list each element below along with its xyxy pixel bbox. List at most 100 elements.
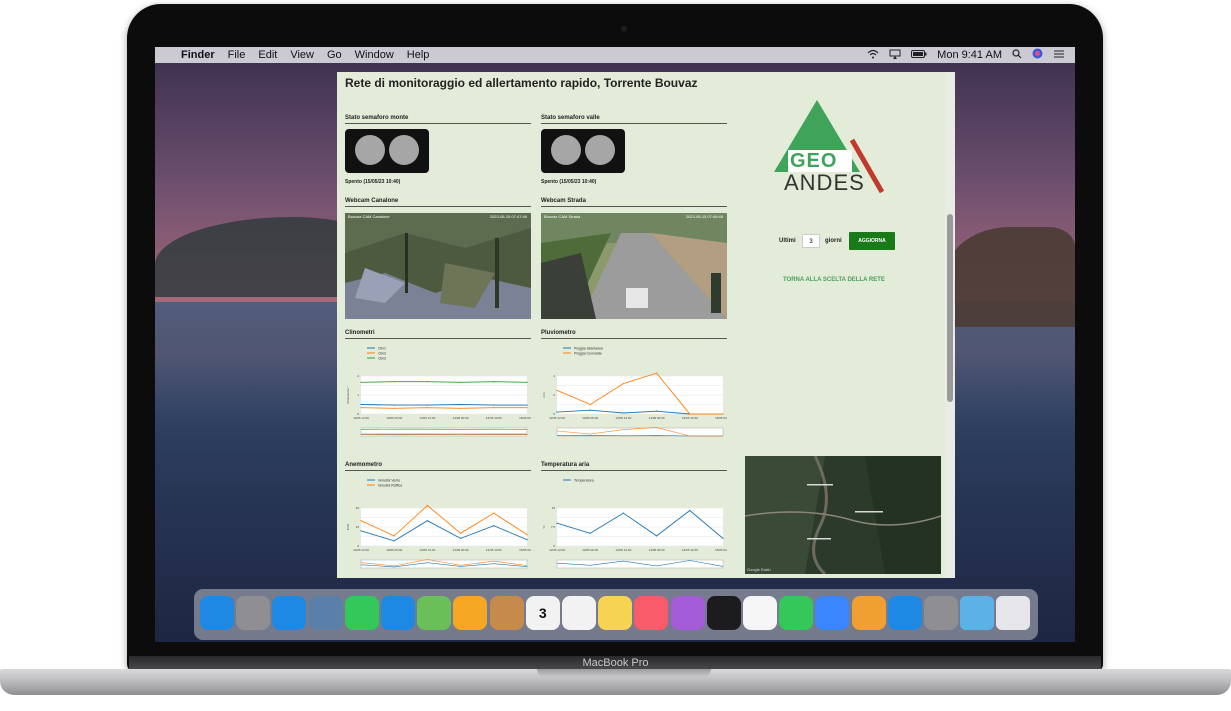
x-tick-label: 14/05 00:00 (453, 416, 469, 420)
data-point (393, 535, 395, 537)
webcam-timestamp: 2023-05-15 07:47:46 (489, 214, 527, 219)
x-tick-label: 15/05 00:00 (715, 548, 727, 552)
contacts-icon[interactable] (489, 596, 524, 630)
data-point (360, 530, 362, 532)
notes-icon[interactable] (598, 596, 633, 630)
menu-window[interactable]: Window (355, 49, 394, 61)
messages-icon[interactable] (381, 596, 415, 630)
x-tick-label: 12/05 12:00 (549, 416, 565, 420)
x-tick-label: 14/05 12:00 (682, 416, 698, 420)
data-point (360, 381, 362, 383)
data-point (656, 372, 658, 374)
folder-icon[interactable] (960, 596, 995, 630)
music-icon[interactable] (634, 596, 669, 630)
airplay-icon[interactable] (889, 49, 901, 62)
data-point (460, 537, 462, 539)
launchpad-icon[interactable] (236, 596, 271, 630)
data-point (689, 509, 691, 512)
news-icon[interactable] (743, 596, 777, 630)
data-point (460, 403, 462, 406)
webcam-strada-title: Webcam Strada (541, 198, 586, 204)
webcam-strada-image[interactable]: Bouvaz CAM Strada 2023-05-15 07:48:46 (541, 213, 727, 319)
data-point (589, 403, 591, 406)
semaforo-valle-status: Spento (15/05/23 10:40) (541, 179, 597, 185)
temperatura-title: Temperatura aria (541, 462, 590, 468)
range-slider[interactable] (360, 559, 528, 569)
lamp-icon (389, 135, 419, 165)
x-tick-label: 14/05 00:00 (453, 548, 469, 552)
data-point (656, 410, 658, 412)
divider (345, 338, 531, 339)
y-axis-label: °C (542, 524, 546, 528)
data-point (393, 381, 395, 383)
x-tick-label: 13/05 00:00 (386, 416, 402, 420)
update-button[interactable]: AGGIORNA (849, 232, 895, 250)
status-area: Mon 9:41 AM (867, 47, 1065, 63)
legend-label: Clin1 (378, 347, 386, 351)
webcam-canalone-image[interactable]: Bouvaz CAM Canalone 2023-05-15 07:47:46 (345, 213, 531, 319)
y-axis-label: mm (542, 392, 546, 397)
wifi-icon[interactable] (867, 49, 879, 62)
menu-app-finder[interactable]: Finder (181, 49, 215, 61)
range-slider[interactable] (556, 427, 724, 437)
temperatura-chart[interactable]: Temperatura 12/05 12:00 13/05 00:00 13/05 1… (541, 476, 727, 574)
semaforo-monte-title: Stato semaforo monte (345, 115, 409, 121)
app-store-icon[interactable] (887, 596, 922, 630)
anemometro-chart[interactable]: Velocità Vento Velocità Raffica 12/05 12:0… (345, 476, 531, 574)
menu-help[interactable]: Help (407, 49, 430, 61)
spotlight-icon[interactable] (1012, 48, 1022, 62)
facetime-icon[interactable] (344, 596, 379, 630)
podcasts-icon[interactable] (670, 596, 705, 630)
trash-icon[interactable] (996, 596, 1031, 630)
clock[interactable]: Mon 9:41 AM (937, 49, 1002, 61)
control-center-icon[interactable] (1053, 49, 1065, 62)
monitoring-page: Rete di monitoraggio ed allertamento rap… (337, 72, 955, 578)
data-point (689, 413, 691, 415)
clinometri-chart[interactable]: Clin1 Clin2 Clin3 12/05 12:00 13/05 00:00 13/… (345, 344, 531, 442)
data-point (393, 404, 395, 406)
battery-icon[interactable] (911, 49, 927, 61)
keynote-icon[interactable] (815, 596, 850, 630)
siri-icon[interactable] (1032, 48, 1043, 62)
menu-edit[interactable]: Edit (258, 49, 277, 61)
screen: Finder File Edit View Go Window Help Mon… (155, 47, 1075, 642)
divider (345, 123, 531, 124)
calendar-icon[interactable]: 3 (525, 596, 560, 630)
photos-icon[interactable] (453, 596, 488, 630)
system-preferences-icon[interactable] (924, 596, 958, 630)
semaforo-monte-status: Spento (15/05/23 10:40) (345, 179, 401, 185)
days-input[interactable]: 3 (802, 234, 820, 248)
safari-icon[interactable] (272, 596, 307, 630)
x-tick-label: 15/05 00:00 (715, 416, 727, 420)
reminders-icon[interactable] (562, 596, 596, 630)
days-suffix-label: giorni (825, 238, 842, 244)
satellite-map[interactable]: Google Earth (745, 456, 941, 574)
pages-icon[interactable] (851, 596, 886, 630)
finder-icon[interactable] (200, 596, 234, 630)
preview-icon[interactable] (308, 596, 343, 630)
x-tick-label: 14/05 12:00 (486, 548, 502, 552)
scrollbar-thumb[interactable] (947, 214, 953, 402)
tv-icon[interactable] (706, 596, 741, 630)
data-point (556, 389, 558, 391)
maps-icon[interactable] (417, 596, 452, 630)
x-tick-label: 13/05 12:00 (615, 548, 631, 552)
x-tick-label: 13/05 00:00 (386, 548, 402, 552)
data-point (360, 403, 362, 406)
legend-label: Pioggia Cumulata (574, 352, 602, 356)
pluviometro-chart[interactable]: Pioggia Istantanea Pioggia Cumulata 12/05 … (541, 344, 727, 442)
divider (345, 470, 531, 471)
data-point (622, 512, 624, 514)
menu-view[interactable]: View (290, 49, 314, 61)
y-tick-label: 15 (552, 506, 556, 510)
x-tick-label: 15/05 00:00 (519, 416, 531, 420)
data-point (526, 404, 528, 406)
x-tick-label: 14/05 00:00 (649, 416, 665, 420)
numbers-icon[interactable] (779, 596, 814, 630)
range-slider[interactable] (556, 559, 724, 569)
menu-go[interactable]: Go (327, 49, 342, 61)
y-tick-label: 4 (357, 374, 359, 378)
menu-file[interactable]: File (228, 49, 246, 61)
back-to-network-link[interactable]: TORNA ALLA SCELTA DELLA RETE (783, 277, 885, 283)
x-tick-label: 14/05 12:00 (486, 416, 502, 420)
